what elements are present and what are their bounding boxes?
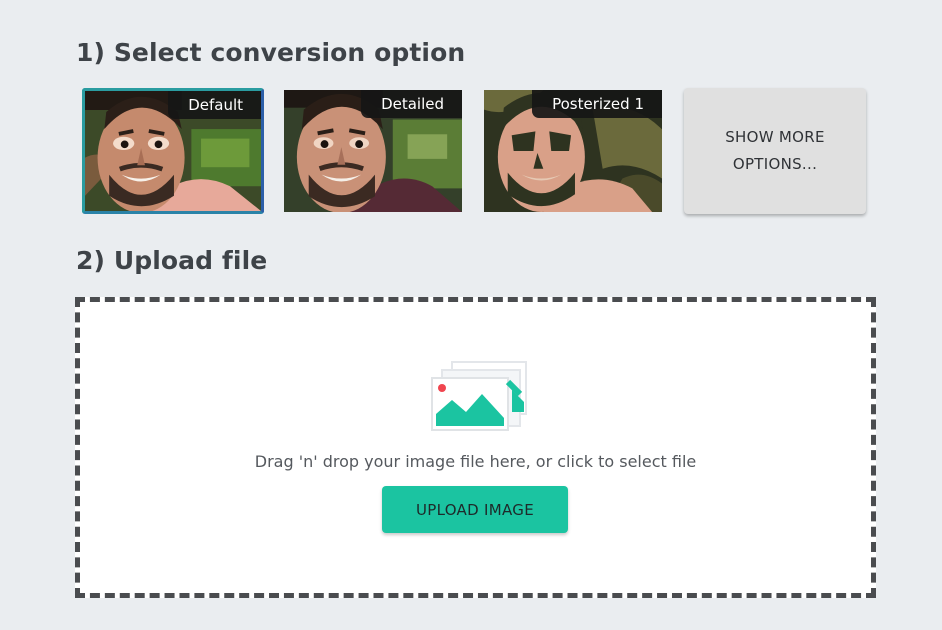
option-detailed[interactable]: Detailed — [282, 88, 464, 214]
option-detailed-label: Detailed — [361, 90, 462, 118]
upload-image-button[interactable]: UPLOAD IMAGE — [382, 486, 568, 533]
images-stack-icon — [428, 360, 532, 434]
upload-file-title: 2) Upload file — [76, 246, 268, 275]
option-default-label: Default — [168, 91, 261, 119]
converter-page: 1) Select conversion option Default Deta… — [0, 0, 942, 630]
select-option-title: 1) Select conversion option — [76, 38, 466, 67]
dropzone-instructions: Drag 'n' drop your image file here, or c… — [254, 452, 697, 471]
option-default[interactable]: Default — [82, 88, 264, 214]
file-dropzone[interactable]: Drag 'n' drop your image file here, or c… — [75, 297, 876, 598]
option-posterized-1-label: Posterized 1 — [532, 90, 662, 118]
option-posterized-1[interactable]: Posterized 1 — [482, 88, 664, 214]
show-more-options-button[interactable]: SHOW MORE OPTIONS... — [684, 88, 866, 214]
